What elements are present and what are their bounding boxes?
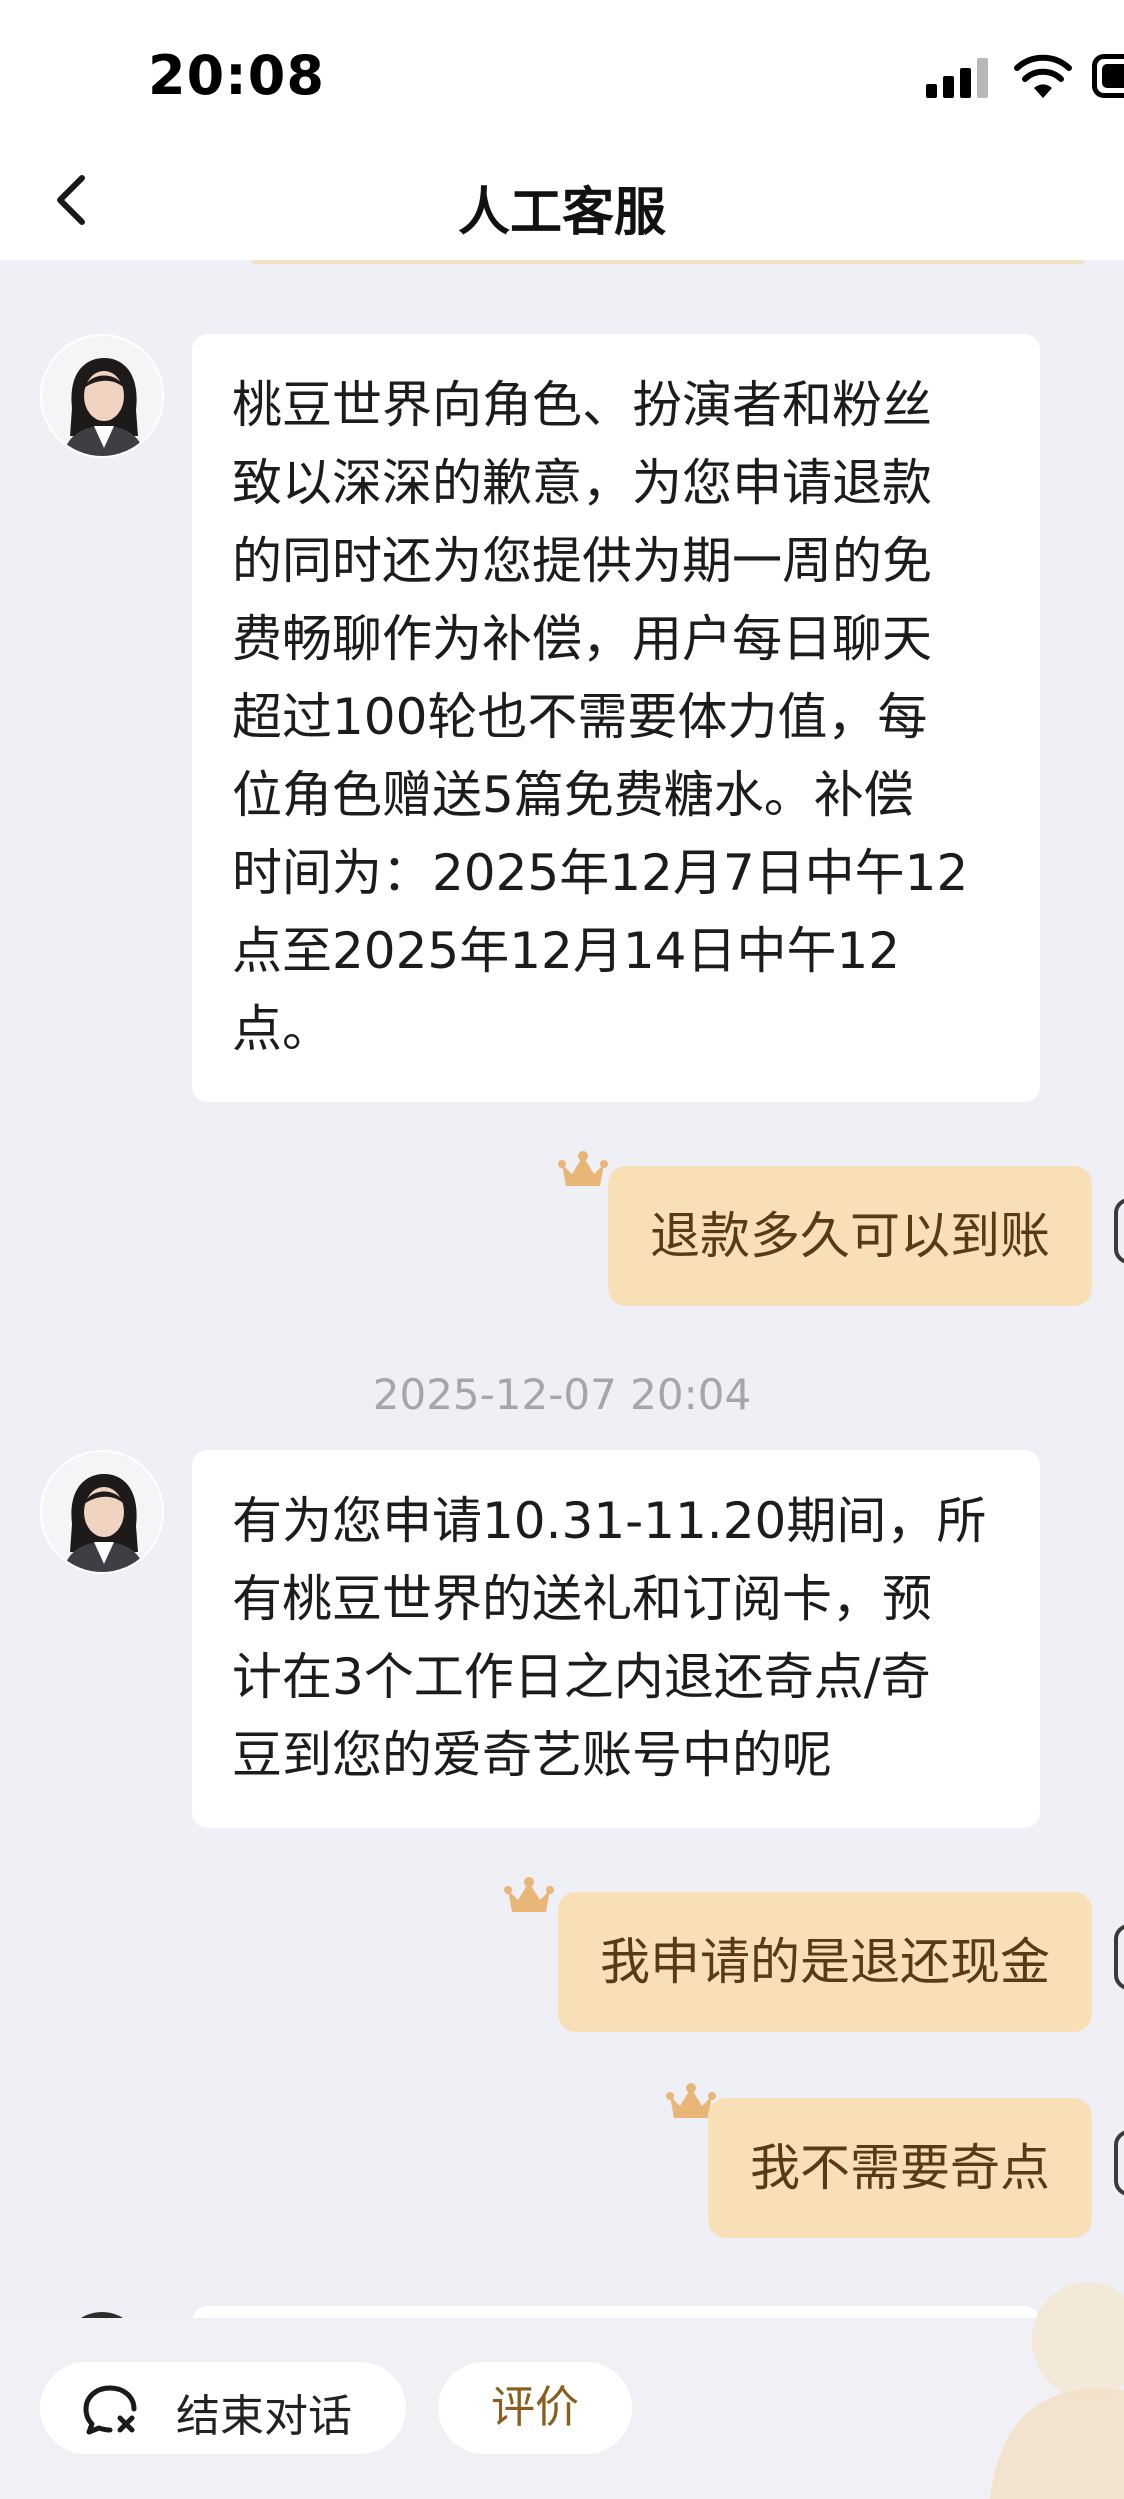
crown-icon — [504, 1877, 554, 1912]
nav-bar: 人工客服 — [0, 150, 1124, 260]
page-title: 人工客服 — [457, 183, 666, 243]
signal-icon — [926, 58, 990, 98]
user-avatar-edge — [1114, 1198, 1124, 1264]
agent-message: 桃豆世界向角色、扮演者和粉丝 致以深深的歉意，为您申请退款 的同时还为您提供为期… — [192, 334, 1040, 1102]
mascot-decoration — [990, 2282, 1124, 2499]
agent-avatar[interactable] — [40, 1450, 164, 1574]
status-bar: 20:08 — [0, 0, 1124, 150]
previous-message-edge — [252, 260, 1084, 264]
agent-message: 有为您申请10.31-11.20期间，所 有桃豆世界的送礼和订阅卡，预 计在3个… — [192, 1450, 1040, 1828]
user-message: 退款多久可以到账 — [608, 1166, 1092, 1306]
wifi-icon — [1014, 54, 1072, 98]
user-avatar-edge — [1114, 2130, 1124, 2196]
crown-icon — [558, 1151, 608, 1186]
end-chat-button[interactable]: 结束对话 — [40, 2362, 406, 2454]
agent-avatar-image — [42, 336, 162, 456]
user-avatar-edge — [1114, 1924, 1124, 1990]
chat-screen: 20:08 人工客服 桃豆世界向角色、扮演者和粉丝 致以深深的歉意，为您申请退款… — [0, 0, 1124, 2499]
status-time: 20:08 — [148, 44, 325, 107]
chat-end-icon — [83, 2385, 137, 2435]
rate-button[interactable]: 评价 — [438, 2362, 632, 2454]
agent-avatar-image — [42, 1452, 162, 1572]
message-timestamp: 2025-12-07 20:04 — [372, 1370, 752, 1419]
battery-icon — [1092, 54, 1124, 98]
user-message: 我不需要奇点 — [708, 2098, 1092, 2238]
end-chat-label: 结束对话 — [176, 2391, 352, 2442]
agent-avatar[interactable] — [40, 334, 164, 458]
user-message: 我申请的是退还现金 — [558, 1892, 1092, 2032]
